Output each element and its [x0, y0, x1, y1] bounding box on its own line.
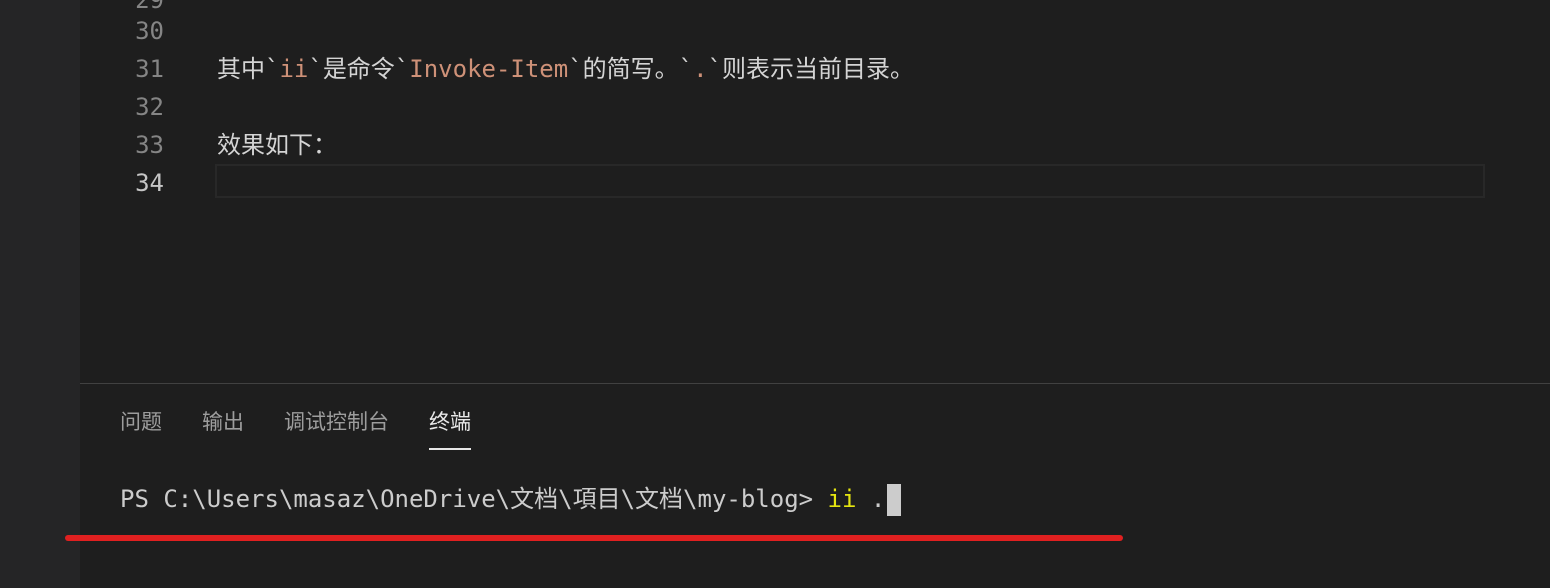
text-segment: 则表示当前目录。 — [722, 55, 915, 83]
vscode-window: 29 30 31 其中`ii`是命令`Invoke-Item`的简写。`.`则表… — [0, 0, 1550, 588]
tab-terminal[interactable]: 终端 — [429, 402, 471, 450]
tab-problems[interactable]: 问题 — [120, 402, 162, 450]
editor-line: 31 其中`ii`是命令`Invoke-Item`的简写。`.`则表示当前目录。 — [80, 50, 1550, 88]
inline-code: . — [693, 55, 708, 83]
backtick: ` — [308, 55, 323, 83]
annotation-underline — [65, 535, 1123, 541]
line-number: 33 — [135, 131, 164, 159]
terminal-path-segment: 文档 — [510, 485, 559, 513]
terminal-output[interactable]: PS C:\Users\masaz\OneDrive\文档\項目\文档\my-b… — [120, 482, 902, 516]
editor-line: 32 — [80, 88, 1550, 126]
terminal-cursor — [887, 484, 902, 516]
inline-code: ii — [279, 55, 309, 83]
line-number: 32 — [135, 93, 164, 121]
editor-line: 33 效果如下： — [80, 126, 1550, 164]
text-segment: 的简写。 — [582, 55, 679, 83]
terminal-path-segment: 文档 — [635, 485, 684, 513]
editor-area[interactable]: 29 30 31 其中`ii`是命令`Invoke-Item`的简写。`.`则表… — [80, 0, 1550, 383]
editor-line: 30 — [80, 12, 1550, 50]
tab-output[interactable]: 输出 — [202, 402, 244, 450]
terminal-command: ii — [827, 485, 857, 513]
backtick: ` — [707, 55, 723, 83]
line-number: 30 — [135, 17, 164, 45]
bottom-panel: 问题 输出 调试控制台 终端 PS C:\Users\masaz\OneDriv… — [80, 383, 1550, 588]
line-content[interactable]: 效果如下： — [217, 126, 337, 164]
line-number: 34 — [135, 169, 164, 197]
backtick: ` — [678, 55, 694, 83]
line-number: 31 — [135, 55, 164, 83]
backtick: ` — [265, 55, 280, 83]
line-content[interactable]: 其中`ii`是命令`Invoke-Item`的简写。`.`则表示当前目录。 — [217, 50, 914, 88]
editor-line-active: 34 — [80, 164, 1550, 202]
terminal-path-separator: \ — [558, 485, 573, 513]
terminal-argument: . — [856, 485, 886, 513]
activity-bar — [0, 0, 80, 588]
text-segment: 其中 — [217, 55, 265, 83]
backtick: ` — [394, 55, 410, 83]
backtick: ` — [568, 55, 583, 83]
terminal-path-segment: 項目 — [572, 485, 621, 513]
terminal-prompt: PS C:\Users\masaz\OneDrive\ — [120, 485, 511, 513]
inline-code: Invoke-Item — [409, 55, 569, 83]
tab-debug-console[interactable]: 调试控制台 — [284, 402, 389, 450]
terminal-prompt-suffix: \my-blog> — [683, 485, 828, 513]
panel-tabs: 问题 输出 调试控制台 终端 — [120, 402, 511, 452]
terminal-path-separator: \ — [620, 485, 636, 513]
text-segment: 是命令 — [322, 55, 395, 83]
